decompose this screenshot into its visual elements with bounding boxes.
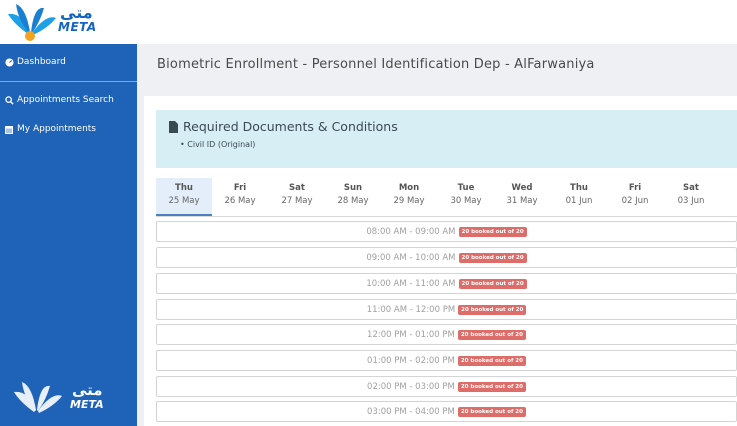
day-date: 30 May bbox=[450, 196, 482, 206]
day-date: 27 May bbox=[281, 196, 313, 206]
sidebar-item-label: My Appointments bbox=[17, 124, 97, 134]
requirement-item: • Civil ID (Original) bbox=[180, 140, 256, 149]
slot-booked-badge: 20 booked out of 20 bbox=[457, 381, 526, 392]
slot-booked-badge: 20 booked out of 20 bbox=[458, 278, 527, 289]
slot-time: 02:00 PM - 03:00 PM bbox=[367, 381, 455, 392]
top-bar: متى META bbox=[0, 0, 737, 44]
day-date: 25 May bbox=[168, 196, 200, 206]
time-slot[interactable]: 08:00 AM - 09:00 AM 20 booked out of 20 bbox=[156, 221, 737, 242]
footer-brand-arabic-name: متى bbox=[72, 381, 103, 399]
day-name: Sat bbox=[683, 183, 699, 193]
day-date: 31 May bbox=[506, 196, 538, 206]
day-date: 03 Jun bbox=[677, 196, 705, 206]
slot-booked-badge: 20 booked out of 20 bbox=[457, 355, 526, 366]
sidebar-item-my-appointments[interactable]: My Appointments bbox=[0, 115, 137, 143]
requirements-title-text: Required Documents & Conditions bbox=[183, 119, 398, 134]
day-date: 26 May bbox=[224, 196, 256, 206]
sidebar-item-label: Appointments Search bbox=[17, 95, 114, 105]
day-name: Wed bbox=[511, 183, 533, 193]
day-name: Sat bbox=[289, 183, 305, 193]
time-slot[interactable]: 03:00 PM - 04:00 PM 20 booked out of 20 bbox=[156, 401, 737, 422]
slot-time: 08:00 AM - 09:00 AM bbox=[366, 226, 456, 237]
sidebar-item-label: Dashboard bbox=[17, 57, 66, 67]
day-tab-thu-01-jun[interactable]: Thu 01 Jun bbox=[551, 178, 607, 216]
time-slot[interactable]: 09:00 AM - 10:00 AM 20 booked out of 20 bbox=[156, 247, 737, 268]
day-name: Fri bbox=[628, 183, 642, 193]
slot-time: 01:00 PM - 02:00 PM bbox=[367, 355, 455, 366]
day-name: Thu bbox=[175, 183, 193, 193]
day-name: Mon bbox=[398, 183, 420, 193]
slot-time: 09:00 AM - 10:00 AM bbox=[366, 252, 456, 263]
slot-booked-badge: 20 booked out of 20 bbox=[457, 329, 526, 340]
day-tab-thu-25-may[interactable]: Thu 25 May bbox=[156, 178, 212, 216]
day-tab-fri-26-may[interactable]: Fri 26 May bbox=[212, 178, 268, 216]
day-tab-sat-03-jun[interactable]: Sat 03 Jun bbox=[663, 178, 719, 216]
day-tab-wed-31-may[interactable]: Wed 31 May bbox=[494, 178, 550, 216]
time-slot[interactable]: 10:00 AM - 11:00 AM 20 booked out of 20 bbox=[156, 273, 737, 294]
day-date: 29 May bbox=[393, 196, 425, 206]
search-icon bbox=[4, 95, 14, 105]
time-slot[interactable]: 01:00 PM - 02:00 PM 20 booked out of 20 bbox=[156, 350, 737, 371]
tabs-underline bbox=[156, 216, 737, 217]
brand-latin-name: META bbox=[58, 20, 97, 34]
sidebar-divider bbox=[0, 81, 137, 82]
dashboard-icon bbox=[4, 57, 14, 67]
document-icon bbox=[169, 120, 178, 133]
sidebar: Dashboard Appointments Search My Appoint… bbox=[0, 44, 137, 426]
requirements-title: Required Documents & Conditions bbox=[169, 119, 398, 134]
slot-time: 10:00 AM - 11:00 AM bbox=[366, 278, 456, 289]
time-slot[interactable]: 02:00 PM - 03:00 PM 20 booked out of 20 bbox=[156, 376, 737, 397]
slot-time: 11:00 AM - 12:00 PM bbox=[366, 304, 456, 315]
slot-booked-badge: 20 booked out of 20 bbox=[458, 226, 527, 237]
day-tab-sun-28-may[interactable]: Sun 28 May bbox=[325, 178, 381, 216]
day-date: 28 May bbox=[337, 196, 369, 206]
requirement-item-text: Civil ID (Original) bbox=[187, 140, 256, 149]
day-tab-sat-27-may[interactable]: Sat 27 May bbox=[269, 178, 325, 216]
slot-booked-badge: 20 booked out of 20 bbox=[458, 252, 527, 263]
day-date: 02 Jun bbox=[621, 196, 649, 206]
day-tab-mon-29-may[interactable]: Mon 29 May bbox=[381, 178, 437, 216]
page-title: Biometric Enrollment - Personnel Identif… bbox=[157, 57, 595, 72]
sidebar-item-appointments-search[interactable]: Appointments Search bbox=[0, 86, 137, 114]
footer-brand-latin-name: META bbox=[70, 398, 104, 411]
slot-booked-badge: 20 booked out of 20 bbox=[458, 304, 527, 315]
time-slot[interactable]: 12:00 PM - 01:00 PM 20 booked out of 20 bbox=[156, 324, 737, 345]
slot-time: 03:00 PM - 04:00 PM bbox=[367, 406, 455, 417]
day-name: Tue bbox=[457, 183, 475, 193]
day-date: 01 Jun bbox=[565, 196, 593, 206]
day-name: Sun bbox=[343, 183, 363, 193]
calendar-icon bbox=[4, 124, 14, 134]
time-slot[interactable]: 11:00 AM - 12:00 PM 20 booked out of 20 bbox=[156, 299, 737, 320]
sidebar-item-dashboard[interactable]: Dashboard bbox=[0, 48, 137, 76]
day-name: Fri bbox=[233, 183, 247, 193]
slot-time: 12:00 PM - 01:00 PM bbox=[367, 329, 455, 340]
day-name: Thu bbox=[570, 183, 588, 193]
slot-booked-badge: 20 booked out of 20 bbox=[457, 406, 526, 417]
day-tab-fri-02-jun[interactable]: Fri 02 Jun bbox=[607, 178, 663, 216]
day-tab-tue-30-may[interactable]: Tue 30 May bbox=[438, 178, 494, 216]
